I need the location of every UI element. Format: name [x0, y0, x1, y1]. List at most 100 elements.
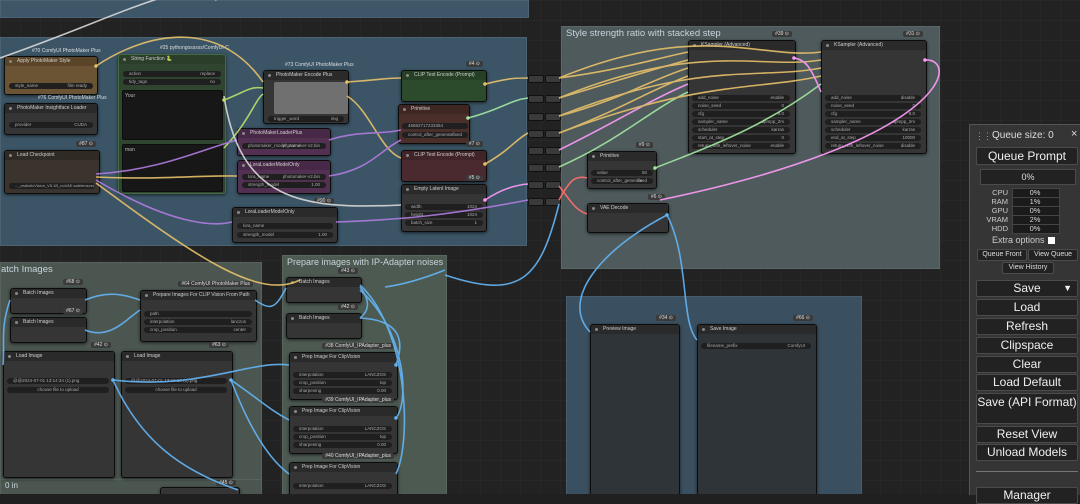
node-apply-photomaker-style[interactable]: #70 ComfyUI PhotoMaker Plus Apply PhotoM…	[4, 48, 101, 95]
node-save-image[interactable]: #66 ⊙ Save Image filename_prefix ComfyUI	[697, 315, 817, 494]
widget-provider[interactable]: provider CUDA	[9, 122, 93, 128]
node-prep-image-clipvision-39[interactable]: #39 ComfyUI_IPAdapter_plus Prep Image Fo…	[289, 397, 398, 454]
node-primitive-steps[interactable]: #9 ⊙ Primitive value 50 control_after_gen…	[587, 142, 657, 189]
load-button[interactable]: Load	[976, 299, 1078, 316]
text-area-2[interactable]: man	[122, 144, 223, 192]
reroute-node[interactable]	[528, 75, 544, 83]
upload-button[interactable]: choose file to upload	[125, 387, 227, 393]
widget-strength-model[interactable]: strength_model 1.00	[237, 232, 333, 238]
widget-interpolation[interactable]: interpolation LANCZOS	[293, 483, 392, 489]
node-canvas[interactable]: Style strength ratio with stacked step a…	[0, 0, 1080, 494]
unload-models-button[interactable]: Unload Models	[976, 444, 1078, 461]
widget-photomaker-model[interactable]: photomaker_model_name photomaker-v2.bin	[242, 143, 326, 149]
node-load-image-42[interactable]: #42 ⊙ Load Image @@2024-07-01 13:14:34 (…	[3, 342, 115, 478]
widget-interpolation[interactable]: interpolation LANCZOS	[293, 372, 392, 378]
widget-width[interactable]: width 1024	[405, 204, 483, 210]
widget-add-noise[interactable]: add_noise enable	[692, 95, 790, 101]
reset-view-button[interactable]: Reset View	[976, 426, 1078, 443]
node-batch-images-42b[interactable]: #42 ⊙ Batch Images	[286, 304, 362, 339]
reroute-node[interactable]	[545, 147, 561, 155]
view-history-button[interactable]: View History	[1002, 262, 1054, 274]
widget-cfg[interactable]: cfg 8.0	[825, 111, 921, 117]
widget-sampler-name[interactable]: sampler_name dpmpp_2m	[825, 119, 921, 125]
queue-prompt-button[interactable]: Queue Prompt	[976, 147, 1078, 165]
widget-tidy-tags[interactable]: tidy_tags no	[123, 79, 221, 85]
node-ksampler-advanced-1[interactable]: #39 ⊙ KSampler (Advanced) add_noise enabl…	[688, 31, 796, 154]
queue-front-button[interactable]: Queue Front	[977, 249, 1027, 261]
node-prepare-clip-vision[interactable]: #64 ComfyUI PhotoMaker Plus Prepare Imag…	[140, 281, 257, 342]
reroute-node[interactable]	[545, 130, 561, 138]
widget-image[interactable]: @@2024-07-01 13:14:34 (1).png	[7, 378, 109, 384]
close-icon[interactable]: ×	[1071, 128, 1077, 140]
widget-seed[interactable]: 46882717233364	[402, 123, 468, 129]
widget-crop-position[interactable]: crop_position center	[144, 327, 252, 333]
widget-scheduler[interactable]: scheduler karras	[825, 127, 921, 133]
widget-batch-size[interactable]: batch_size 1	[405, 220, 483, 226]
widget-sharpening[interactable]: sharpening 0.00	[293, 388, 392, 394]
comfy-menu-panel[interactable]: ⋮⋮ Queue size: 0 × Queue Prompt 0% CPU 0%…	[969, 124, 1080, 504]
widget-ckpt-name[interactable]: ..._realisticVision_V5.1B_noVAE.safetens…	[9, 183, 95, 189]
reroute-node[interactable]	[545, 113, 561, 121]
clipspace-button[interactable]: Clipspace	[976, 337, 1078, 354]
node-lora-loader-model-only-1[interactable]: LoraLoaderModelOnly lora_name photomaker-…	[237, 160, 331, 194]
reroute-node[interactable]	[528, 130, 544, 138]
save-button[interactable]: Save ▼	[976, 280, 1078, 297]
widget-lora-name[interactable]: lora_name	[237, 223, 333, 229]
node-ksampler-advanced-2[interactable]: #31 ⊙ KSampler (Advanced) add_noise disab…	[821, 31, 927, 154]
reroute-node[interactable]	[528, 198, 544, 206]
reroute-node[interactable]	[545, 75, 561, 83]
node-bottom-45[interactable]: #45 ⊙	[160, 480, 240, 494]
widget-strength-model[interactable]: strength_model 1.00	[242, 182, 326, 188]
widget-interpolation[interactable]: interpolation lanczos	[144, 319, 252, 325]
reroute-node[interactable]	[528, 113, 544, 121]
widget-trigger-word[interactable]: trigger_word img	[268, 116, 344, 122]
widget-noise-seed[interactable]: noise_seed 0	[692, 103, 790, 109]
widget-lora-name[interactable]: lora_name photomaker-v2.bin	[242, 174, 326, 180]
node-clip-text-encode-positive[interactable]: #4 ⊙ CLIP Text Encode (Prompt)	[401, 61, 487, 102]
node-photomaker-loader-plus[interactable]: PhotoMakerLoaderPlus photomaker_model_na…	[237, 128, 331, 156]
node-batch-images-67[interactable]: #67 ⊙ Batch Images	[10, 308, 87, 343]
load-default-button[interactable]: Load Default	[976, 374, 1078, 391]
widget-sharpening[interactable]: sharpening 0.00	[293, 442, 392, 448]
reroute-node[interactable]	[545, 164, 561, 172]
checkbox[interactable]	[1047, 237, 1055, 244]
save-api-format-button[interactable]: Save (API Format)	[976, 393, 1078, 424]
node-prep-image-clipvision-40[interactable]: #40 ComfyUI_IPAdapter_plus Prep Image Fo…	[289, 453, 398, 494]
upload-button[interactable]: choose file to upload	[7, 387, 109, 393]
drag-handle-icon[interactable]: ⋮⋮	[975, 131, 992, 142]
reroute-node[interactable]	[528, 181, 544, 189]
widget-filename-prefix[interactable]: filename_prefix ComfyUI	[701, 343, 811, 349]
node-load-image-63[interactable]: #63 ⊙ Load Image @@2024-07-01 13:18:10 (…	[121, 342, 233, 478]
widget-image[interactable]: @@2024-07-01 13:18:10 (1).png	[125, 378, 227, 384]
refresh-button[interactable]: Refresh	[976, 318, 1078, 335]
node-string-function[interactable]: #25 pythongosssss/ComfyUI-C String Funct…	[118, 45, 229, 194]
view-queue-button[interactable]: View Queue	[1028, 249, 1078, 261]
reroute-node[interactable]	[545, 181, 561, 189]
reroute-node[interactable]	[528, 164, 544, 172]
widget-start-at-step[interactable]: start_at_step 0	[692, 135, 790, 141]
node-lora-loader-model-only-2[interactable]: #90 ⊙ LoraLoaderModelOnly lora_name stre…	[232, 198, 338, 243]
node-batch-images-43[interactable]: #43 ⊙ Batch Images	[286, 268, 362, 303]
widget-control-after-generate[interactable]: control_after_generate fixed	[591, 178, 653, 184]
widget-scheduler[interactable]: scheduler karras	[692, 127, 790, 133]
group-top[interactable]	[0, 0, 529, 18]
text-area-1[interactable]: Your	[122, 90, 223, 140]
widget-end-at-step[interactable]: end_at_step 10000	[825, 135, 921, 141]
widget-cfg[interactable]: cfg 8.0	[692, 111, 790, 117]
widget-add-noise[interactable]: add_noise disable	[825, 95, 921, 101]
widget-interpolation[interactable]: interpolation LANCZOS	[293, 426, 392, 432]
node-empty-latent-image[interactable]: #5 ⊙ Empty Latent Image width 1024 height…	[401, 175, 487, 232]
node-photomaker-insightface-loader[interactable]: #76 ComfyUI PhotoMaker Plus PhotoMaker I…	[4, 95, 107, 135]
widget-sampler-name[interactable]: sampler_name dpmpp_2m	[692, 119, 790, 125]
save-dropdown-icon[interactable]: ▼	[1063, 281, 1072, 296]
reroute-node[interactable]	[545, 198, 561, 206]
extra-options-toggle[interactable]: Extra options	[992, 235, 1055, 245]
reroute-node[interactable]	[528, 95, 544, 103]
node-primitive-seed[interactable]: Primitive 46882717233364 control_after_g…	[398, 104, 470, 144]
node-preview-image[interactable]: #34 ⊙ Preview Image	[590, 315, 680, 494]
node-photomaker-encode-plus[interactable]: #73 ComfyUI PhotoMaker Plus PhotoMaker E…	[263, 62, 354, 124]
reroute-node[interactable]	[545, 95, 561, 103]
clear-button[interactable]: Clear	[976, 356, 1078, 373]
node-prep-image-clipvision-38[interactable]: #38 ComfyUI_IPAdapter_plus Prep Image Fo…	[289, 343, 398, 400]
widget-crop-position[interactable]: crop_position top	[293, 380, 392, 386]
